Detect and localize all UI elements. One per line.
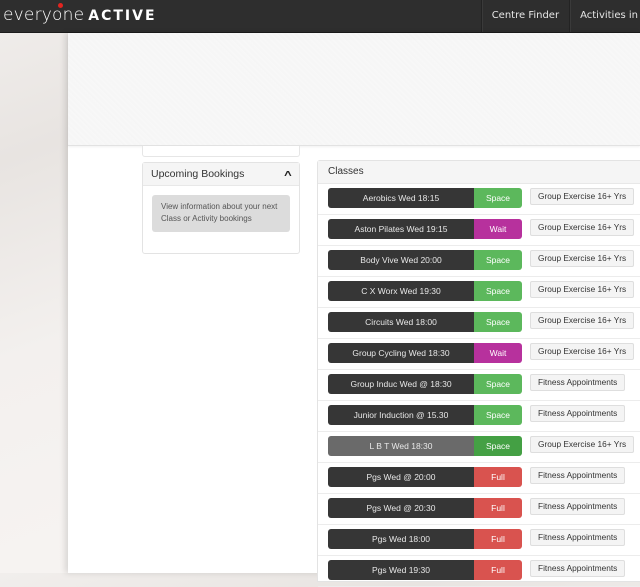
class-row: Aston Pilates Wed 19:15 Wait Group Exercis… [318, 215, 640, 246]
classes-panel: Classes Aerobics Wed 18:15 Space Group Exe… [317, 160, 640, 587]
class-status-badge: Space [474, 405, 522, 425]
class-status-badge: Space [474, 436, 522, 456]
chevron-up-icon[interactable]: ˄ [284, 169, 292, 180]
class-name: L B T Wed 18:30 [328, 436, 474, 456]
previous-sidebar-panel [142, 146, 300, 157]
upcoming-bookings-info: View information about your next Class o… [152, 195, 290, 232]
nav-item-centre-finder[interactable]: Centre Finder [480, 0, 569, 32]
class-status-badge: Full [474, 560, 522, 580]
class-category-label: Group Exercise 16+ Yrs [530, 188, 635, 205]
class-row: Body Vive Wed 20:00 Space Group Exercise 1… [318, 246, 640, 277]
upcoming-bookings-panel: Upcoming Bookings ˄ View information abo… [142, 162, 300, 254]
class-row: C X Worx Wed 19:30 Space Group Exercise 16… [318, 277, 640, 308]
class-row: Pgs Wed @ 20:30 Full Fitness Appointments [318, 494, 640, 525]
class-book-button[interactable]: Body Vive Wed 20:00 Space [328, 250, 522, 270]
class-row: Junior Induction @ 15.30 Space Fitness App… [318, 401, 640, 432]
class-name: Pgs Wed 19:30 [328, 560, 474, 580]
class-book-button[interactable]: Pgs Wed @ 20:30 Full [328, 498, 522, 518]
class-book-button[interactable]: Group Cycling Wed 18:30 Wait [328, 343, 522, 363]
class-book-button[interactable]: Pgs Wed 18:00 Full [328, 529, 522, 549]
class-row: Pgs Wed 19:30 Full Fitness Appointments [318, 556, 640, 587]
class-category-label: Group Exercise 16+ Yrs [530, 250, 635, 267]
class-book-button[interactable]: Aston Pilates Wed 19:15 Wait [328, 219, 522, 239]
logo-text-secondary: ACTIVE [88, 8, 157, 24]
class-status-badge: Space [474, 374, 522, 394]
class-book-button[interactable]: Circuits Wed 18:00 Space [328, 312, 522, 332]
class-name: Group Induc Wed @ 18:30 [328, 374, 474, 394]
class-row: Group Cycling Wed 18:30 Wait Group Exercis… [318, 339, 640, 370]
logo-text-primary: everyone [3, 5, 85, 25]
class-row: Aerobics Wed 18:15 Space Group Exercise 16… [318, 184, 640, 215]
logo-dot-icon [58, 3, 63, 8]
class-category-label: Group Exercise 16+ Yrs [530, 281, 635, 298]
class-name: Pgs Wed 18:00 [328, 529, 474, 549]
class-category-label: Fitness Appointments [530, 374, 626, 391]
class-status-badge: Full [474, 529, 522, 549]
class-row: Group Induc Wed @ 18:30 Space Fitness Appo… [318, 370, 640, 401]
class-row: Circuits Wed 18:00 Space Group Exercise 16… [318, 308, 640, 339]
class-book-button[interactable]: C X Worx Wed 19:30 Space [328, 281, 522, 301]
everyone-active-logo[interactable]: everyone ACTIVE [3, 3, 157, 27]
class-name: Junior Induction @ 15.30 [328, 405, 474, 425]
class-book-button[interactable]: Pgs Wed 19:30 Full [328, 560, 522, 580]
class-row: Pgs Wed 18:00 Full Fitness Appointments [318, 525, 640, 556]
class-book-button[interactable]: Pgs Wed @ 20:00 Full [328, 467, 522, 487]
nav-item-activities[interactable]: Activities in [569, 0, 640, 32]
class-name: Body Vive Wed 20:00 [328, 250, 474, 270]
class-book-button[interactable]: Group Induc Wed @ 18:30 Space [328, 374, 522, 394]
classes-list: Aerobics Wed 18:15 Space Group Exercise 16… [318, 184, 640, 587]
page-banner [68, 33, 640, 146]
class-status-badge: Space [474, 188, 522, 208]
class-category-label: Fitness Appointments [530, 560, 626, 577]
class-status-badge: Wait [474, 219, 522, 239]
class-book-button[interactable]: L B T Wed 18:30 Space [328, 436, 522, 456]
class-row: L B T Wed 18:30 Space Group Exercise 16+ Y… [318, 432, 640, 463]
class-status-badge: Full [474, 498, 522, 518]
top-navbar: everyone ACTIVE Centre Finder Activities… [0, 0, 640, 33]
classes-header: Classes [318, 161, 640, 184]
class-category-label: Group Exercise 16+ Yrs [530, 436, 635, 453]
main-container: Upcoming Bookings ˄ View information abo… [68, 33, 640, 587]
class-name: Circuits Wed 18:00 [328, 312, 474, 332]
class-category-label: Group Exercise 16+ Yrs [530, 219, 635, 236]
class-category-label: Fitness Appointments [530, 467, 626, 484]
class-category-label: Fitness Appointments [530, 498, 626, 515]
class-book-button[interactable]: Aerobics Wed 18:15 Space [328, 188, 522, 208]
upcoming-bookings-header[interactable]: Upcoming Bookings ˄ [143, 163, 299, 186]
class-name: Aston Pilates Wed 19:15 [328, 219, 474, 239]
upcoming-bookings-title: Upcoming Bookings [151, 168, 245, 180]
class-status-badge: Space [474, 281, 522, 301]
class-category-label: Fitness Appointments [530, 405, 626, 422]
class-status-badge: Space [474, 250, 522, 270]
class-category-label: Group Exercise 16+ Yrs [530, 312, 635, 329]
class-row: Pgs Wed @ 20:00 Full Fitness Appointments [318, 463, 640, 494]
class-category-label: Fitness Appointments [530, 529, 626, 546]
class-name: C X Worx Wed 19:30 [328, 281, 474, 301]
class-name: Pgs Wed @ 20:00 [328, 467, 474, 487]
class-name: Pgs Wed @ 20:30 [328, 498, 474, 518]
class-name: Aerobics Wed 18:15 [328, 188, 474, 208]
class-status-badge: Full [474, 467, 522, 487]
nav-menu: Centre Finder Activities in [480, 0, 640, 32]
class-book-button[interactable]: Junior Induction @ 15.30 Space [328, 405, 522, 425]
class-category-label: Group Exercise 16+ Yrs [530, 343, 635, 360]
class-status-badge: Space [474, 312, 522, 332]
class-name: Group Cycling Wed 18:30 [328, 343, 474, 363]
class-status-badge: Wait [474, 343, 522, 363]
